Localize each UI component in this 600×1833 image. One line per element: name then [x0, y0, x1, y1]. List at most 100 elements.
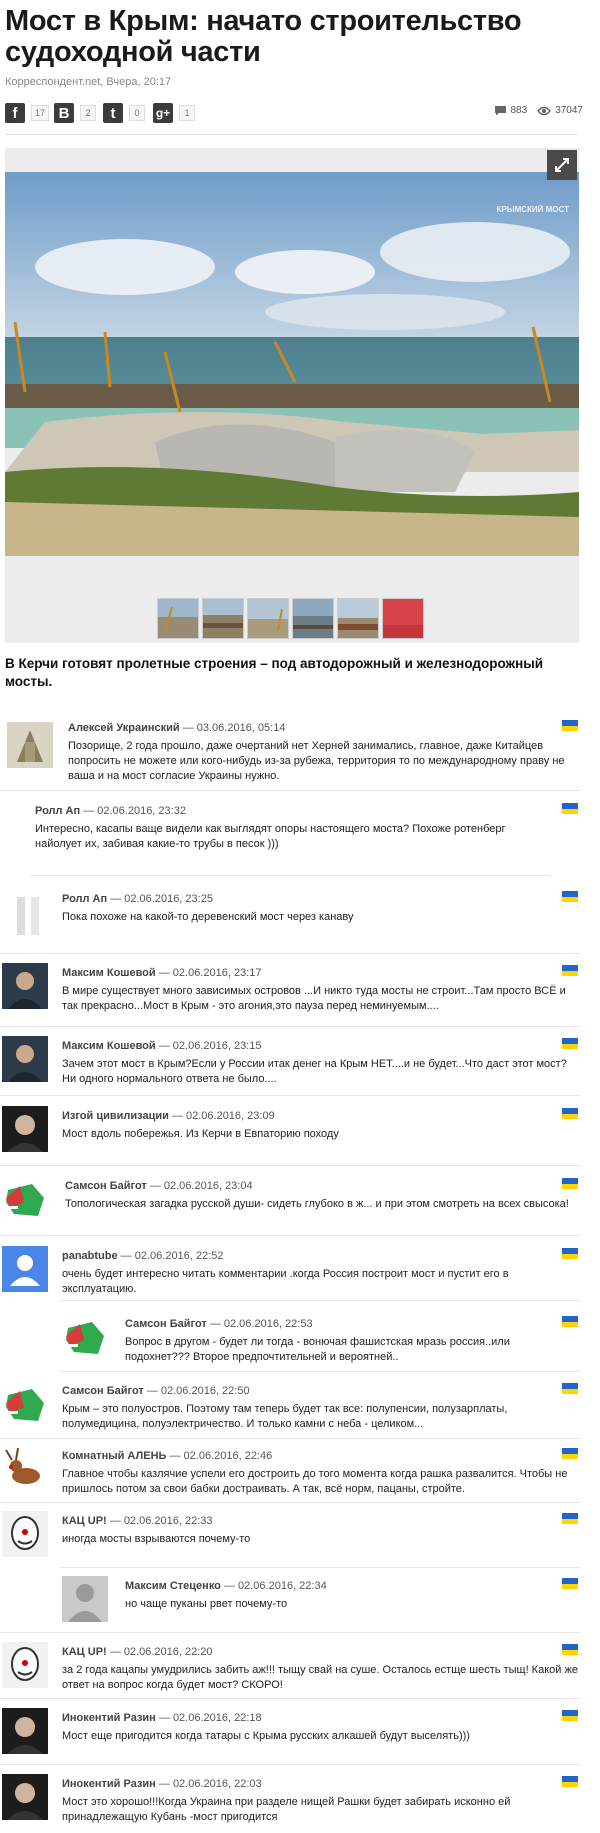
facebook-icon[interactable]: f	[5, 103, 25, 123]
ukraine-flag-icon	[562, 1038, 578, 1049]
article-stats: 883 37047	[494, 105, 583, 116]
comment-author[interactable]: Изгой цивилизации	[62, 1110, 169, 1122]
thumbnail-strip	[157, 598, 424, 639]
thumbnail[interactable]	[247, 598, 289, 639]
googleplus-icon[interactable]: g+	[153, 103, 173, 123]
views-stat: 37047	[537, 105, 583, 116]
comment-divider	[0, 790, 580, 791]
comment-icon	[494, 106, 506, 116]
ukraine-flag-icon	[562, 1316, 578, 1327]
comment-divider	[0, 1026, 580, 1027]
comment-date: — 02.06.2016, 23:04	[146, 1180, 253, 1192]
thumbnail[interactable]	[157, 598, 199, 639]
comment-text: иногда мосты взрываются почему-то	[62, 1533, 251, 1545]
thumbnail[interactable]	[382, 598, 424, 639]
comment-header: Самсон Байгот — 02.06.2016, 23:04	[65, 1180, 253, 1192]
comment-header: Алексей Украинский — 03.06.2016, 05:14	[68, 722, 285, 734]
share-twitter[interactable]: t 0	[103, 102, 145, 124]
divider	[5, 134, 577, 135]
comment-divider	[60, 1371, 580, 1372]
twitter-icon[interactable]: t	[103, 103, 123, 123]
avatar[interactable]	[2, 1708, 48, 1754]
eye-icon	[537, 106, 552, 115]
comment-header: Инокентий Разин — 02.06.2016, 22:18	[62, 1712, 262, 1724]
ukraine-flag-icon	[562, 1710, 578, 1721]
comments-stat[interactable]: 883	[494, 105, 528, 116]
comment-header: Инокентий Разин — 02.06.2016, 22:03	[62, 1778, 262, 1790]
comment-text: но чаще пуканы рвет почему-то	[125, 1598, 288, 1610]
comment-author[interactable]: Инокентий Разин	[62, 1778, 156, 1790]
article-lead: В Керчи готовят пролетные строения – под…	[5, 656, 544, 689]
comment-divider	[0, 1235, 580, 1236]
comment-date: — 02.06.2016, 23:09	[168, 1110, 275, 1122]
main-photo[interactable]: КРЫМСКИЙ МОСТ	[5, 172, 579, 556]
comment-text: Мост это хорошо!!!Когда Украина при разд…	[62, 1796, 511, 1823]
comment-author[interactable]: Ролл Ап	[35, 805, 80, 817]
comment-author[interactable]: Максим Стеценко	[125, 1580, 221, 1592]
comment-date: — 02.06.2016, 22:50	[143, 1385, 250, 1397]
vkontakte-icon[interactable]: В	[54, 103, 74, 123]
comment-author[interactable]: Максим Кошевой	[62, 967, 156, 979]
avatar[interactable]	[7, 893, 53, 939]
comment-date: — 02.06.2016, 22:03	[155, 1778, 262, 1790]
comment-text: Мост вдоль побережья. Из Керчи в Евпатор…	[62, 1128, 339, 1140]
comment-header: Максим Стеценко — 02.06.2016, 22:34	[125, 1580, 327, 1592]
ukraine-flag-icon	[562, 1513, 578, 1524]
share-googleplus[interactable]: g+ 1	[153, 102, 195, 124]
share-facebook[interactable]: f 17	[5, 102, 50, 124]
avatar[interactable]	[2, 1106, 48, 1152]
comment-divider	[60, 1567, 580, 1568]
comment-divider	[0, 1165, 580, 1166]
comments-count: 883	[510, 105, 528, 116]
comment-divider	[0, 1095, 580, 1096]
comment-author[interactable]: Самсон Байгот	[62, 1385, 144, 1397]
ukraine-flag-icon	[562, 891, 578, 902]
comment-date: — 02.06.2016, 22:53	[206, 1318, 313, 1330]
avatar[interactable]	[2, 1381, 48, 1427]
comment-author[interactable]: Алексей Украинский	[68, 722, 180, 734]
comment-author[interactable]: Самсон Байгот	[65, 1180, 147, 1192]
comment-header: Комнатный АЛЕНЬ — 02.06.2016, 22:46	[62, 1450, 272, 1462]
avatar[interactable]	[2, 1642, 48, 1688]
comment-author[interactable]: panabtube	[62, 1250, 118, 1262]
thumbnail[interactable]	[292, 598, 334, 639]
comment-author[interactable]: Комнатный АЛЕНЬ	[62, 1450, 166, 1462]
comment-header: Изгой цивилизации — 02.06.2016, 23:09	[62, 1110, 275, 1122]
comment-author[interactable]: КАЦ UP!	[62, 1646, 107, 1658]
fullscreen-expand-button[interactable]	[547, 150, 577, 180]
comment-text: Главное чтобы казлячие успели его достро…	[62, 1468, 568, 1495]
comment-header: Ролл Ап — 02.06.2016, 23:32	[35, 805, 186, 817]
comment-text: Вопрос в другом - будет ли тогда - вонюч…	[125, 1336, 510, 1363]
comment-divider	[0, 1438, 580, 1439]
ukraine-flag-icon	[562, 1776, 578, 1787]
avatar[interactable]	[62, 1314, 108, 1360]
comment-author[interactable]: КАЦ UP!	[62, 1515, 107, 1527]
avatar[interactable]	[2, 1511, 48, 1557]
avatar[interactable]	[2, 1246, 48, 1292]
thumbnail[interactable]	[337, 598, 379, 639]
share-vkontakte[interactable]: В 2	[54, 102, 96, 124]
ukraine-flag-icon	[562, 1108, 578, 1119]
share-count: 1	[179, 105, 195, 121]
comment-date: — 02.06.2016, 23:32	[80, 805, 186, 817]
avatar[interactable]	[62, 1576, 108, 1622]
comment-author[interactable]: Самсон Байгот	[125, 1318, 207, 1330]
avatar[interactable]	[2, 1176, 48, 1222]
comment-text: Мост еще пригодится когда татары с Крыма…	[62, 1730, 470, 1742]
comment-date: — 03.06.2016, 05:14	[179, 722, 286, 734]
comment-author[interactable]: Инокентий Разин	[62, 1712, 156, 1724]
comment-author[interactable]: Максим Кошевой	[62, 1040, 156, 1052]
share-count: 2	[80, 105, 96, 121]
avatar[interactable]	[2, 1036, 48, 1082]
ukraine-flag-icon	[562, 1644, 578, 1655]
thumbnail[interactable]	[202, 598, 244, 639]
photo-gallery: КРЫМСКИЙ МОСТ	[5, 148, 579, 643]
comment-author[interactable]: Ролл Ап	[62, 893, 107, 905]
comment-text: Интересно, касапы ваще видели как выгляд…	[35, 823, 506, 850]
comment-date: — 02.06.2016, 23:15	[155, 1040, 262, 1052]
avatar[interactable]	[7, 722, 53, 768]
avatar[interactable]	[2, 963, 48, 1009]
avatar[interactable]	[2, 1446, 48, 1492]
avatar[interactable]	[2, 1774, 48, 1820]
ukraine-flag-icon	[562, 1248, 578, 1259]
